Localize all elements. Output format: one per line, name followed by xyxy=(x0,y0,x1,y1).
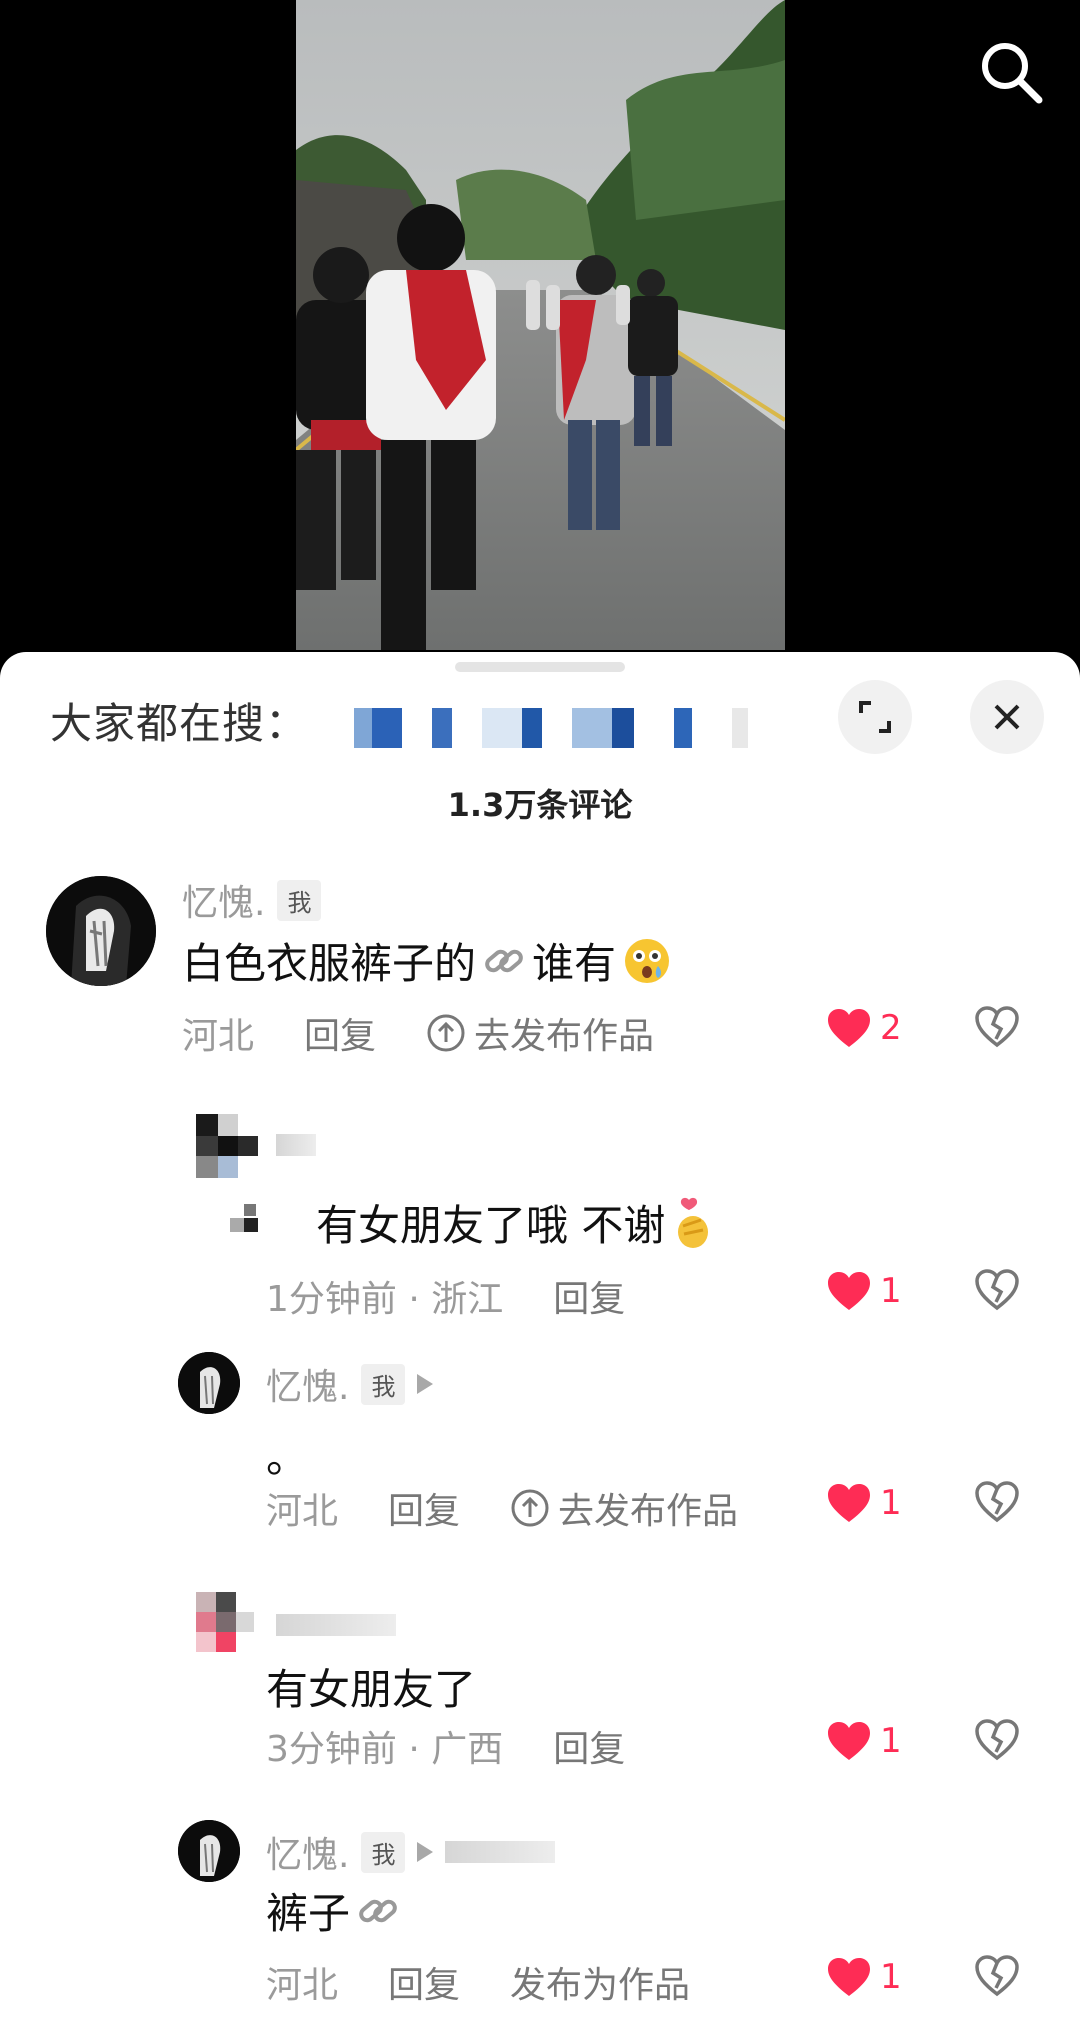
like-count: 1 xyxy=(880,1957,902,1997)
reply-to-username-pixelated[interactable] xyxy=(445,1841,556,1863)
video-frame-image xyxy=(296,0,785,650)
expand-button[interactable] xyxy=(838,680,912,754)
comment-count: 1.3万条评论 xyxy=(447,786,633,824)
comment-sheet: 大家都在搜： 1.3万条评论 忆愧. 我 白色衣服裤子的 谁有 河北 回复 去发… xyxy=(0,652,1080,2034)
avatar-pixelated[interactable] xyxy=(196,1114,260,1178)
video-player[interactable] xyxy=(0,0,1080,660)
reply-text[interactable]: 裤子 xyxy=(266,1880,400,1941)
avatar[interactable] xyxy=(46,876,156,986)
comment-item: 忆愧. 我 白色衣服裤子的 谁有 河北 回复 去发布作品 2 xyxy=(0,872,1080,1072)
avatar-pixelated[interactable] xyxy=(196,1592,260,1656)
reply-item: 忆愧. 我 。 河北 回复 去发布作品 1 xyxy=(0,1352,1080,1542)
like-button[interactable]: 1 xyxy=(826,1720,902,1762)
dislike-button[interactable] xyxy=(974,1718,1020,1766)
comment-location: 河北 xyxy=(182,1016,255,1057)
heart-icon xyxy=(828,1272,870,1310)
avatar[interactable] xyxy=(178,1820,240,1882)
publish-as-post-button[interactable]: 去发布作品 xyxy=(426,1007,654,1059)
comment-username[interactable]: 忆愧. xyxy=(182,874,265,926)
broken-heart-icon xyxy=(975,1481,1019,1523)
trending-search-label: 大家都在搜： xyxy=(50,698,309,748)
reply-item: 有女朋友了哦 不谢 1分钟前 · 浙江 回复 1 xyxy=(0,1112,1080,1320)
like-count: 1 xyxy=(880,1271,902,1311)
reply-button[interactable]: 回复 xyxy=(553,1720,625,1772)
me-tag: 我 xyxy=(361,1831,406,1873)
dislike-button[interactable] xyxy=(974,1954,1020,2002)
publish-as-post-button[interactable]: 发布为作品 xyxy=(510,1956,690,2008)
reply-button[interactable]: 回复 xyxy=(388,1482,460,1534)
publish-as-post-button[interactable]: 去发布作品 xyxy=(510,1482,738,1534)
like-button[interactable]: 1 xyxy=(826,1956,902,1998)
reply-text[interactable]: 有女朋友了 xyxy=(266,1656,476,1717)
comment-location: 河北 xyxy=(266,1491,339,1532)
expand-icon xyxy=(859,701,891,733)
like-count: 1 xyxy=(880,1483,902,1523)
search-icon xyxy=(982,43,1043,104)
trending-search-term-pixelated[interactable] xyxy=(354,708,748,748)
sheet-drag-handle[interactable] xyxy=(455,662,625,672)
like-button[interactable]: 1 xyxy=(826,1482,902,1524)
heart-icon xyxy=(828,1958,870,1996)
reply-username[interactable]: 忆愧. xyxy=(266,1826,349,1878)
reply-time-location: 1分钟前 · 浙江 xyxy=(266,1279,504,1320)
dislike-button[interactable] xyxy=(974,1480,1020,1528)
link-icon xyxy=(485,949,523,972)
like-button[interactable]: 1 xyxy=(826,1270,902,1312)
me-tag: 我 xyxy=(361,1363,406,1405)
me-tag: 我 xyxy=(277,879,322,921)
broken-heart-icon xyxy=(975,1955,1019,1997)
reply-to-arrow-icon xyxy=(417,1842,434,1862)
upload-circle-icon xyxy=(427,1014,465,1052)
broken-heart-icon xyxy=(975,1006,1019,1048)
broken-heart-icon xyxy=(975,1269,1019,1311)
reply-button[interactable]: 回复 xyxy=(304,1007,376,1059)
close-icon xyxy=(994,704,1020,730)
broken-heart-icon xyxy=(975,1719,1019,1761)
reply-username[interactable]: 忆愧. xyxy=(266,1358,349,1410)
comment-location: 河北 xyxy=(266,1965,339,2006)
reply-text[interactable]: 有女朋友了哦 不谢 xyxy=(230,1192,717,1253)
close-button[interactable] xyxy=(970,680,1044,754)
search-button[interactable] xyxy=(975,36,1047,108)
pixelated-mention-icon xyxy=(230,1204,258,1232)
reply-item: 有女朋友了 3分钟前 · 广西 回复 1 xyxy=(0,1592,1080,1772)
avatar[interactable] xyxy=(178,1352,240,1414)
link-icon xyxy=(359,1899,397,1922)
reply-button[interactable]: 回复 xyxy=(388,1956,460,2008)
reply-username-pixelated[interactable] xyxy=(276,1614,396,1636)
heart-icon xyxy=(828,1722,870,1760)
like-count: 1 xyxy=(880,1721,902,1761)
trending-search-row[interactable]: 大家都在搜： xyxy=(50,690,308,750)
dislike-button[interactable] xyxy=(974,1005,1020,1053)
like-button[interactable]: 2 xyxy=(826,1007,902,1049)
upload-circle-icon xyxy=(511,1489,549,1527)
like-count: 2 xyxy=(880,1008,902,1048)
reply-time-location: 3分钟前 · 广西 xyxy=(266,1729,504,1770)
reply-username-pixelated[interactable] xyxy=(276,1134,316,1156)
heart-icon xyxy=(828,1009,870,1047)
dislike-button[interactable] xyxy=(974,1268,1020,1316)
reply-to-arrow-icon xyxy=(417,1374,434,1394)
reply-text[interactable]: 。 xyxy=(266,1424,308,1485)
reply-button[interactable]: 回复 xyxy=(553,1270,625,1322)
heart-icon xyxy=(828,1484,870,1522)
finger-heart-emoji-icon xyxy=(678,1197,709,1248)
comment-text[interactable]: 白色衣服裤子的 谁有 xyxy=(182,930,672,991)
reply-item: 忆愧. 我 裤子 河北 回复 发布为作品 1 xyxy=(0,1820,1080,2034)
surprised-emoji-icon xyxy=(625,938,670,983)
